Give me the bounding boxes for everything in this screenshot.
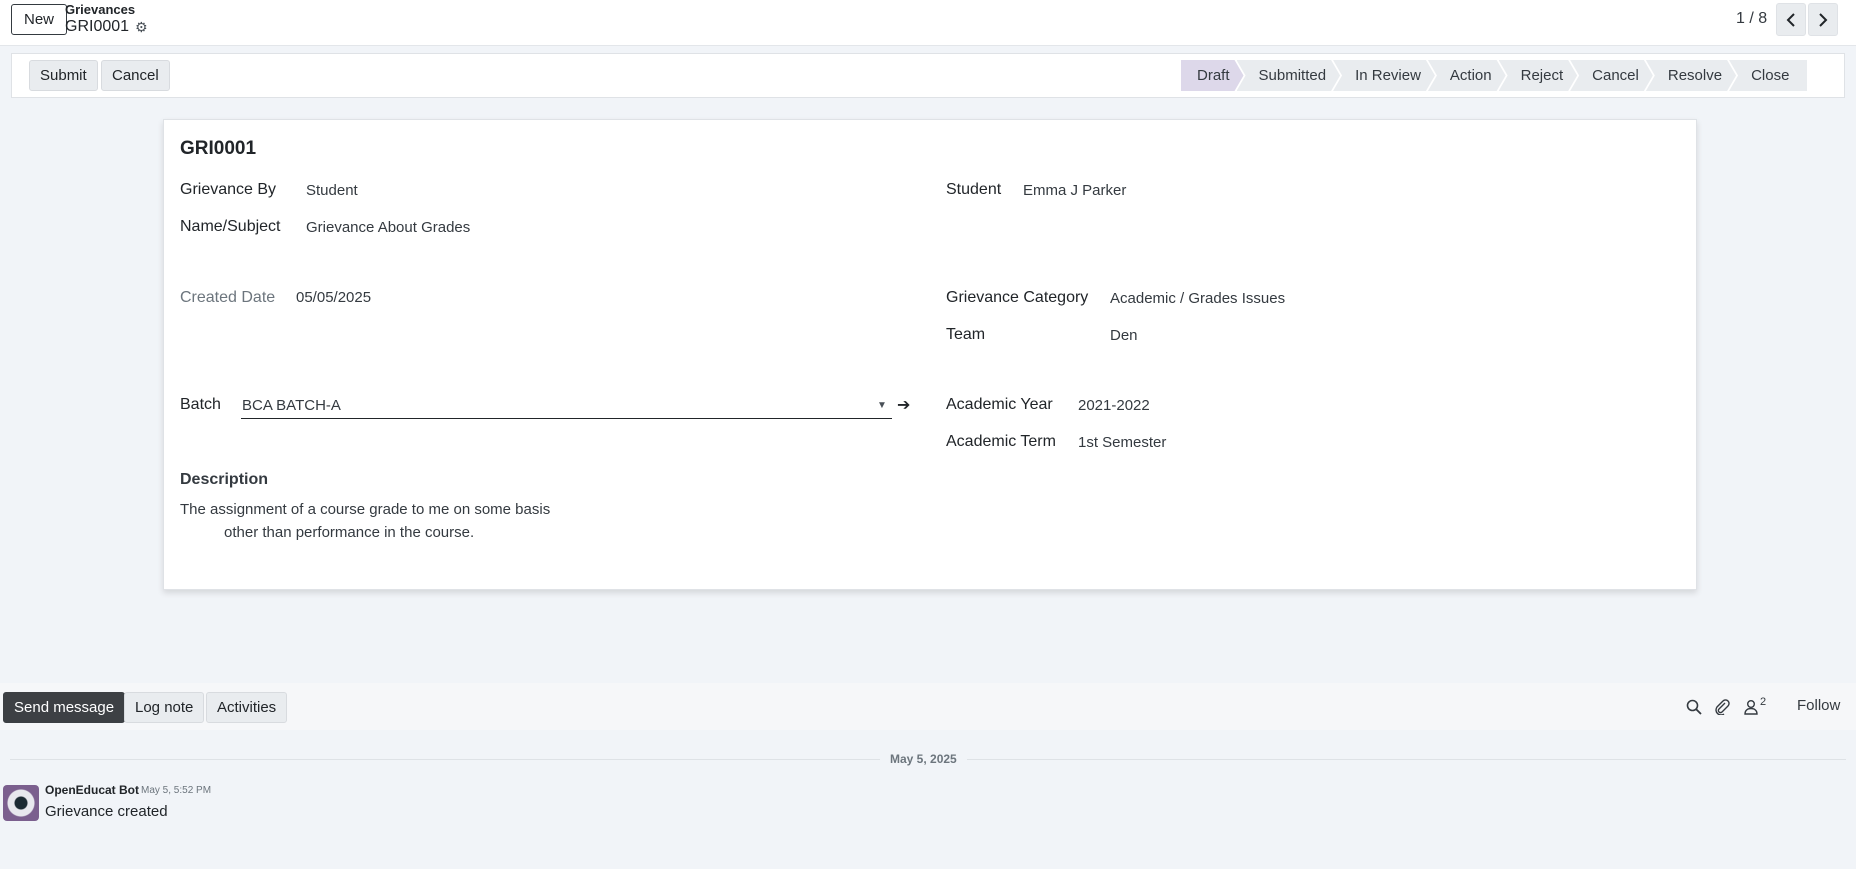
batch-input[interactable]: BCA BATCH-A [241, 394, 892, 419]
message-body: Grievance created [45, 803, 168, 820]
stage-reject[interactable]: Reject [1499, 60, 1578, 91]
chevron-left-icon [1786, 12, 1795, 27]
student-field[interactable]: Emma J Parker [1023, 182, 1126, 199]
created-date-label: Created Date [180, 289, 276, 306]
pager-next-button[interactable] [1808, 3, 1838, 36]
chevron-down-icon[interactable]: ▼ [877, 400, 887, 411]
form-statusbar: Submit Cancel Draft Submitted In Review … [11, 53, 1845, 98]
form-sheet: GRI0001 Grievance By Student Name/Subjec… [163, 119, 1697, 590]
breadcrumb-current-label: GRI0001 [65, 18, 130, 35]
stage-resolve[interactable]: Resolve [1646, 60, 1736, 91]
description-label: Description [180, 471, 269, 488]
follow-button[interactable]: Follow [1797, 697, 1840, 714]
stage-pipeline: Draft Submitted In Review Action Reject … [1181, 60, 1808, 91]
student-label: Student [946, 181, 1002, 198]
description-text-line-2[interactable]: other than performance in the course. [224, 524, 474, 541]
submit-button[interactable]: Submit [29, 60, 98, 91]
gear-icon[interactable]: ⚙ [135, 20, 148, 34]
grievance-category-field[interactable]: Academic / Grades Issues [1110, 290, 1285, 307]
name-subject-label: Name/Subject [180, 218, 281, 235]
stage-draft[interactable]: Draft [1181, 60, 1244, 91]
user-icon[interactable] [1744, 699, 1758, 719]
pager-previous-button[interactable] [1776, 3, 1806, 36]
pager-value[interactable]: 1 / 8 [1736, 10, 1767, 28]
name-subject-field[interactable]: Grievance About Grades [306, 219, 470, 236]
arrow-right-icon[interactable]: ➔ [897, 395, 910, 415]
academic-year-label: Academic Year [946, 396, 1053, 413]
team-field[interactable]: Den [1110, 327, 1138, 344]
send-message-button[interactable]: Send message [3, 692, 126, 723]
academic-year-field[interactable]: 2021-2022 [1078, 397, 1150, 414]
log-note-button[interactable]: Log note [124, 692, 205, 723]
activities-button[interactable]: Activities [206, 692, 288, 723]
cancel-button[interactable]: Cancel [101, 60, 170, 91]
team-label: Team [946, 326, 986, 343]
academic-term-label: Academic Term [946, 433, 1056, 450]
message-date: May 5, 5:52 PM [141, 785, 212, 796]
chevron-right-icon [1819, 12, 1828, 27]
batch-label: Batch [180, 396, 221, 413]
stage-cancel[interactable]: Cancel [1570, 60, 1653, 91]
message-author[interactable]: OpenEducat Bot [45, 783, 139, 797]
date-separator: May 5, 2025 [880, 752, 967, 766]
description-text-line-1[interactable]: The assignment of a course grade to me o… [180, 501, 550, 518]
stage-action[interactable]: Action [1428, 60, 1506, 91]
avatar[interactable] [3, 785, 39, 821]
created-date-field[interactable]: 05/05/2025 [296, 289, 371, 306]
control-panel: New Grievances GRI0001 ⚙ 1 / 8 [0, 0, 1856, 46]
record-title: GRI0001 [180, 138, 257, 159]
paperclip-icon[interactable] [1714, 699, 1730, 719]
breadcrumb-parent[interactable]: Grievances [65, 2, 135, 17]
search-icon[interactable] [1686, 699, 1702, 719]
stage-close[interactable]: Close [1729, 60, 1808, 91]
stage-in-review[interactable]: In Review [1333, 60, 1435, 91]
grievance-by-field[interactable]: Student [306, 182, 358, 199]
chatter-topbar: Send message Log note Activities 2 Follo… [0, 683, 1856, 730]
stage-submitted[interactable]: Submitted [1237, 60, 1341, 91]
new-button[interactable]: New [11, 4, 68, 35]
breadcrumb-current: GRI0001 ⚙ [65, 18, 148, 36]
grievance-by-label: Grievance By [180, 181, 277, 198]
follower-count: 2 [1760, 696, 1767, 708]
grievance-category-label: Grievance Category [946, 289, 1089, 306]
academic-term-field[interactable]: 1st Semester [1078, 434, 1166, 451]
